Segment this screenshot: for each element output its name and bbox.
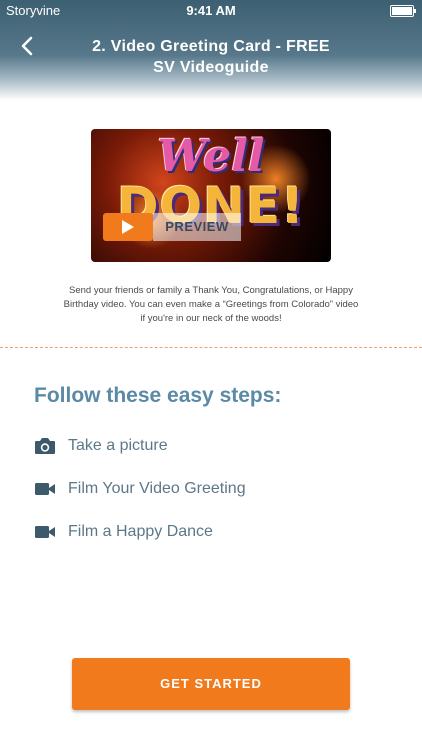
page-title-line2: SV Videoguide <box>153 59 269 76</box>
header-bar: Storyvine 9:41 AM 2. Video Greeting Card… <box>0 0 422 100</box>
preview-label: PREVIEW <box>153 213 241 241</box>
steps-heading: Follow these easy steps: <box>34 384 282 407</box>
step-label: Film a Happy Dance <box>68 523 213 540</box>
preview-button[interactable]: PREVIEW <box>103 213 241 241</box>
step-label: Take a picture <box>68 437 168 454</box>
page-title-line1: 2. Video Greeting Card - FREE <box>92 38 330 55</box>
status-bar: Storyvine 9:41 AM <box>0 0 422 20</box>
dashed-divider <box>0 347 422 348</box>
step-label: Film Your Video Greeting <box>68 480 246 497</box>
battery-icon <box>390 5 416 17</box>
chevron-left-icon <box>21 36 33 56</box>
play-icon <box>122 220 134 234</box>
back-button[interactable] <box>16 34 40 58</box>
video-headline-top: Well <box>157 131 265 182</box>
video-preview-thumbnail[interactable]: Well DONE! PREVIEW <box>91 129 331 262</box>
video-camera-icon <box>35 483 55 495</box>
description-text: Send your friends or family a Thank You,… <box>63 285 359 324</box>
page-title: 2. Video Greeting Card - FREE SV Videogu… <box>60 36 362 78</box>
camera-icon <box>35 438 55 454</box>
status-time: 9:41 AM <box>186 3 236 18</box>
video-camera-icon <box>35 526 55 538</box>
get-started-button[interactable]: GET STARTED <box>72 658 350 710</box>
play-button[interactable] <box>103 213 153 241</box>
